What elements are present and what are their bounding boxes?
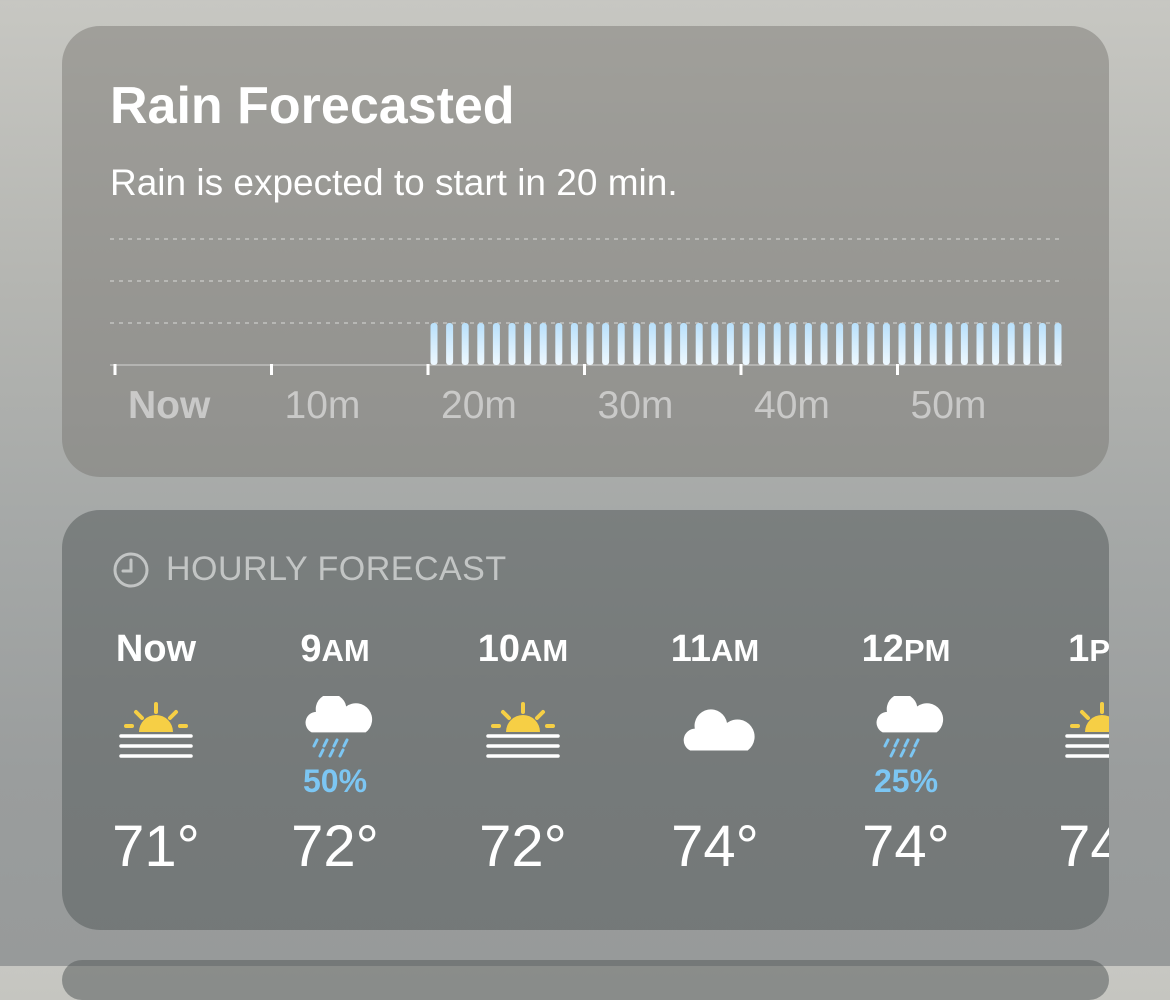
hour-label: 9AM — [255, 630, 415, 668]
hour-period: AM — [710, 633, 760, 668]
rain-bar — [539, 323, 547, 365]
rain-bar — [446, 323, 454, 365]
rain-bar — [633, 323, 641, 365]
hour-item: 10AM 72° — [443, 510, 603, 930]
hourly-forecast-card[interactable]: HOURLY FORECAST Now 71° 9AM 50% 72° 10AM 72° 11… — [62, 510, 1109, 930]
precip-chance: 50% — [302, 763, 368, 799]
cloud-rain-icon — [305, 696, 373, 758]
rain-bar — [882, 323, 890, 365]
rain-bar — [602, 323, 610, 365]
sun-haze-icon — [486, 702, 560, 758]
rain-bar — [524, 323, 532, 365]
x-tick-label: 40m — [754, 384, 830, 427]
cloud-rain-icon — [305, 696, 373, 758]
hour-period: PM — [1089, 633, 1109, 668]
rain-bar — [898, 323, 906, 365]
x-tick-label: 50m — [911, 384, 987, 427]
rain-bar — [1054, 323, 1062, 365]
hour-item: 1PM 74° — [1022, 510, 1109, 930]
rain-bar — [758, 323, 766, 365]
cloud-rain-icon — [876, 696, 944, 758]
rain-bar — [992, 323, 1000, 365]
rain-bar — [929, 323, 937, 365]
next-card — [62, 960, 1109, 1000]
x-tick-label: 30m — [598, 384, 674, 427]
hour-label: 11AM — [635, 630, 795, 668]
rain-bar — [914, 323, 922, 365]
rain-bar — [648, 323, 656, 365]
hour-item: 12PM 25% 74° — [826, 510, 986, 930]
rain-bar — [555, 323, 563, 365]
precip-chance: 25% — [873, 763, 939, 799]
hour-temperature: 72° — [291, 814, 379, 879]
hour-item: 11AM 74° — [635, 510, 795, 930]
rain-bar — [617, 323, 625, 365]
sun-haze-icon — [119, 702, 193, 758]
cloud-rain-icon — [876, 696, 944, 758]
hour-label: 12PM — [826, 630, 986, 668]
hour-temperature: 74° — [862, 814, 950, 879]
hour-number: 12 — [861, 628, 904, 670]
rain-bar — [804, 323, 812, 365]
sun-haze-icon — [486, 702, 560, 758]
rain-bar — [1023, 323, 1031, 365]
rain-bar — [1007, 323, 1015, 365]
rain-forecast-card[interactable]: Rain Forecasted Rain is expected to star… — [62, 26, 1109, 477]
rain-bar — [680, 323, 688, 365]
hour-temperature: 74° — [1058, 814, 1109, 879]
rain-bar — [976, 323, 984, 365]
cloud-icon — [683, 709, 755, 751]
rain-bar — [742, 323, 750, 365]
rain-bar — [711, 323, 719, 365]
x-tick-label: Now — [128, 384, 211, 427]
hour-number: 1 — [1068, 628, 1090, 670]
hour-label: Now — [115, 628, 197, 670]
rain-bar — [1038, 323, 1046, 365]
hour-item: Now 71° — [76, 510, 236, 930]
rain-bar — [789, 323, 797, 365]
hour-label: 10AM — [443, 630, 603, 668]
hour-number: 9 — [300, 628, 322, 670]
rain-bar — [726, 323, 734, 365]
precipitation-chart: Now 10m 20m 30m 40m 50m — [110, 238, 1062, 427]
rain-bar — [492, 323, 500, 365]
rain-bar — [960, 323, 968, 365]
hour-period: PM — [903, 633, 951, 668]
rain-bar — [508, 323, 516, 365]
rain-bar — [461, 323, 469, 365]
rain-bar — [695, 323, 703, 365]
rain-bar — [430, 323, 438, 365]
rain-bar — [570, 323, 578, 365]
rain-bar — [851, 323, 859, 365]
rain-bar — [836, 323, 844, 365]
rain-bar — [477, 323, 485, 365]
hour-number: 11 — [670, 628, 711, 670]
rain-bar — [820, 323, 828, 365]
rain-bar — [586, 323, 594, 365]
sun-haze-icon — [1065, 702, 1109, 758]
hour-temperature: 72° — [479, 814, 567, 879]
rain-bar — [664, 323, 672, 365]
hour-temperature: 71° — [112, 814, 200, 879]
sun-haze-icon — [119, 702, 193, 758]
hour-period: AM — [520, 633, 569, 668]
rain-bar — [773, 323, 781, 365]
rain-bar — [867, 323, 875, 365]
x-tick-label: 20m — [441, 384, 517, 427]
cloud-icon — [683, 709, 755, 751]
hour-temperature: 74° — [671, 814, 759, 879]
hour-item: 9AM 50% 72° — [255, 510, 415, 930]
hour-label: 1PM — [1022, 630, 1109, 668]
hour-period: AM — [321, 633, 370, 668]
sun-haze-icon — [1065, 702, 1109, 758]
hour-number: 10 — [477, 628, 521, 670]
x-tick-label: 10m — [285, 384, 361, 427]
rain-bar — [945, 323, 953, 365]
